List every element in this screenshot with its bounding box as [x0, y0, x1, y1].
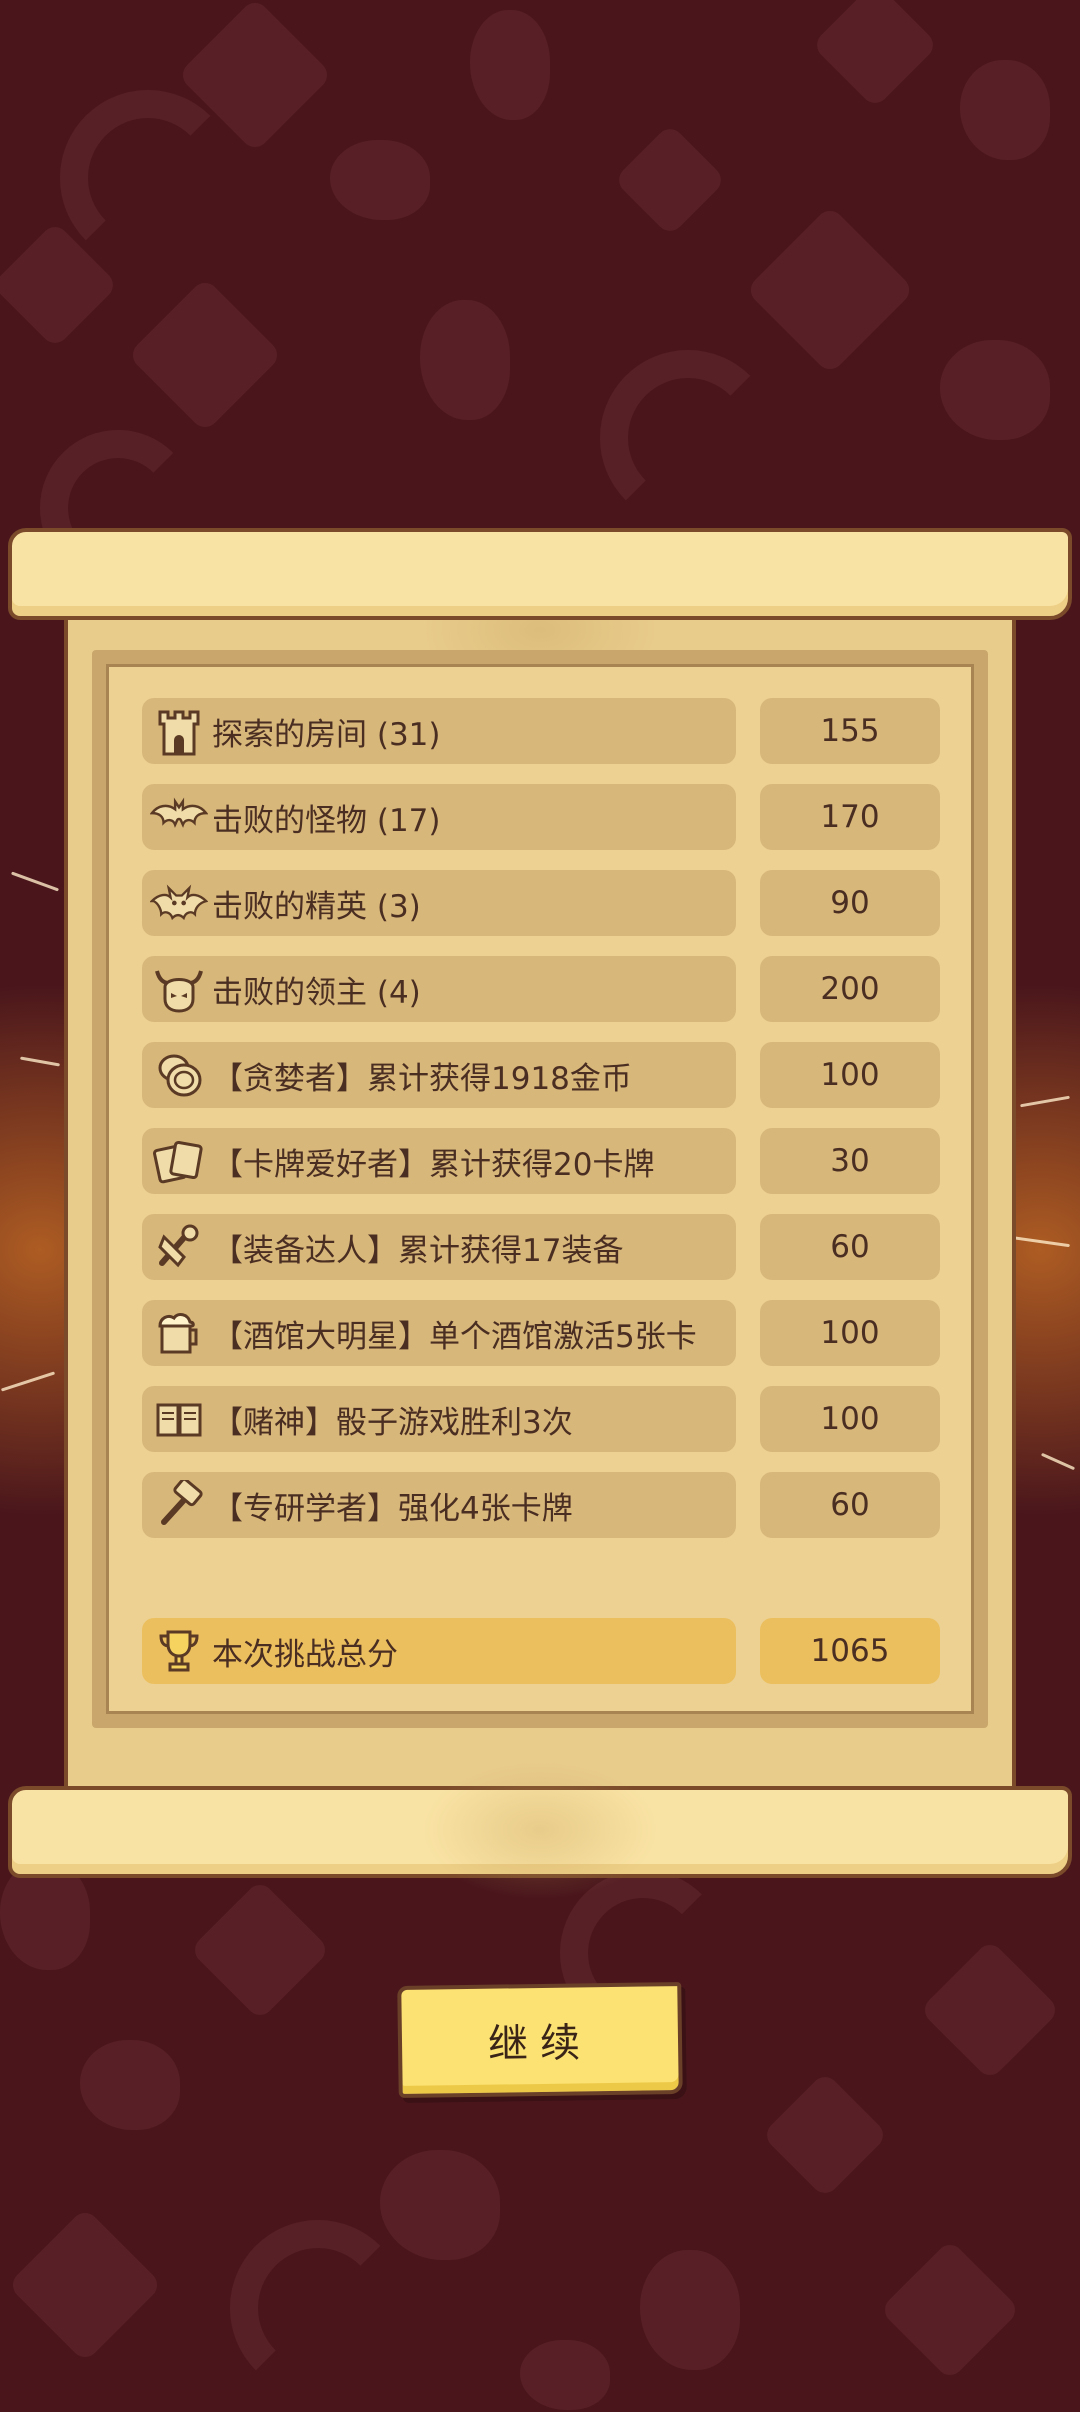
- row-value: 90: [760, 870, 940, 936]
- continue-label: 继续: [487, 2020, 593, 2068]
- total-label: 本次挑战总分: [212, 1636, 398, 1673]
- total-value: 1065: [760, 1618, 940, 1684]
- row-value: 200: [760, 956, 940, 1022]
- demon-bat-icon: [150, 874, 208, 932]
- score-row: 【装备达人】累计获得17装备 60: [142, 1214, 940, 1280]
- scroll-seal-bottom: [420, 1760, 660, 1900]
- continue-button[interactable]: 继续: [397, 1982, 683, 2098]
- row-label: 击败的精英 (3): [212, 888, 421, 925]
- score-row: 击败的领主 (4) 200: [142, 956, 940, 1022]
- row-label: 【装备达人】累计获得17装备: [212, 1232, 624, 1269]
- total-score-row: 本次挑战总分 1065: [142, 1618, 940, 1684]
- row-value: 155: [760, 698, 940, 764]
- row-value: 100: [760, 1042, 940, 1108]
- row-label: 击败的怪物 (17): [212, 802, 441, 839]
- scroll-top-rod: [8, 528, 1072, 620]
- score-row: 【酒馆大明星】单个酒馆激活5张卡 100: [142, 1300, 940, 1366]
- row-label: 【赌神】骰子游戏胜利3次: [212, 1404, 573, 1441]
- row-label: 【卡牌爱好者】累计获得20卡牌: [212, 1146, 655, 1183]
- row-value: 60: [760, 1472, 940, 1538]
- trophy-icon: [150, 1622, 208, 1680]
- score-row: 【专研学者】强化4张卡牌 60: [142, 1472, 940, 1538]
- horned-skull-icon: [150, 960, 208, 1018]
- score-row: 击败的怪物 (17) 170: [142, 784, 940, 850]
- hammer-icon: [150, 1476, 208, 1534]
- beer-mug-icon: [150, 1304, 208, 1362]
- equipment-icon: [150, 1218, 208, 1276]
- row-label: 【贪婪者】累计获得1918金币: [212, 1060, 632, 1097]
- row-value: 100: [760, 1386, 940, 1452]
- row-value: 30: [760, 1128, 940, 1194]
- score-row: 探索的房间 (31) 155: [142, 698, 940, 764]
- bat-icon: [150, 788, 208, 846]
- score-row: 【赌神】骰子游戏胜利3次 100: [142, 1386, 940, 1452]
- score-row: 【贪婪者】累计获得1918金币 100: [142, 1042, 940, 1108]
- row-label: 探索的房间 (31): [212, 716, 441, 753]
- score-row: 击败的精英 (3) 90: [142, 870, 940, 936]
- row-label: 击败的领主 (4): [212, 974, 421, 1011]
- tower-icon: [150, 702, 208, 760]
- row-label: 【专研学者】强化4张卡牌: [212, 1490, 573, 1527]
- book-icon: [150, 1390, 208, 1448]
- score-row: 【卡牌爱好者】累计获得20卡牌 30: [142, 1128, 940, 1194]
- row-value: 60: [760, 1214, 940, 1280]
- row-label: 【酒馆大明星】单个酒馆激活5张卡: [212, 1318, 697, 1355]
- row-value: 170: [760, 784, 940, 850]
- row-value: 100: [760, 1300, 940, 1366]
- coins-icon: [150, 1046, 208, 1104]
- cards-icon: [150, 1132, 208, 1190]
